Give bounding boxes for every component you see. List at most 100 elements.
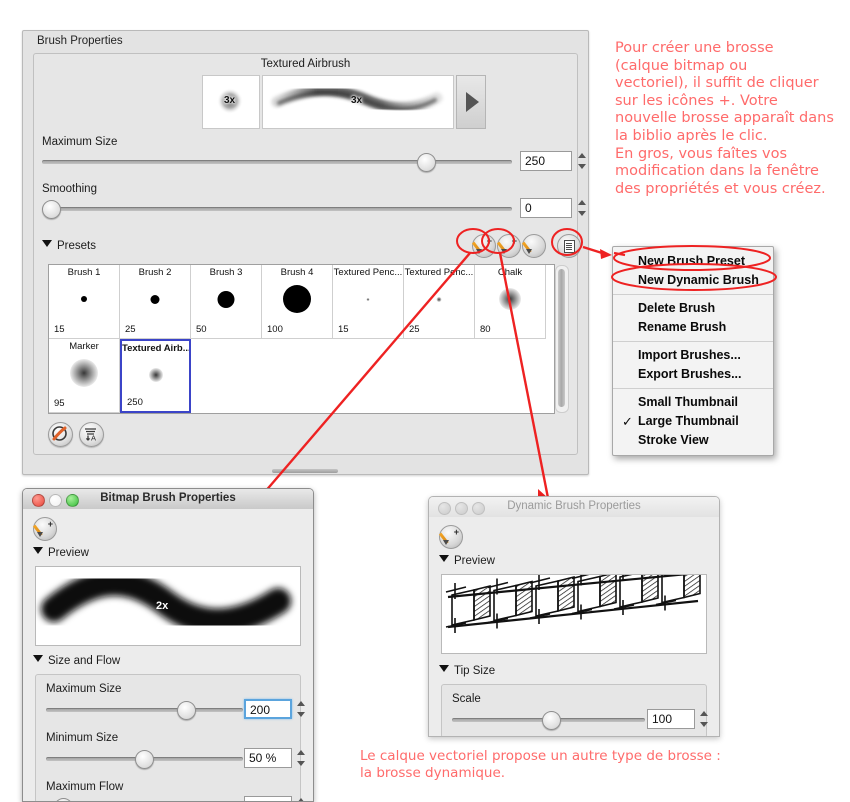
preset-name: Brush 1	[67, 267, 101, 278]
sort-brushes-button[interactable]: A	[79, 422, 104, 447]
menu-item[interactable]: Export Brushes...	[613, 365, 773, 384]
bitmap-window-titlebar[interactable]: Bitmap Brush Properties	[23, 489, 313, 510]
new-bitmap-brush-icon[interactable]: +	[32, 517, 57, 541]
scale-stepper[interactable]	[700, 709, 709, 729]
bitmap-maximum-size-slider[interactable]: 200	[46, 699, 305, 721]
smoothing-stepper[interactable]	[578, 198, 587, 218]
presets-disclosure[interactable]: Presets	[42, 240, 96, 252]
presets-menu-icon[interactable]	[557, 234, 581, 258]
preset-name: Brush 4	[280, 267, 314, 278]
preset-name: Brush 3	[209, 267, 243, 278]
new-dynamic-brush-icon[interactable]: +	[496, 234, 521, 258]
play-triangle-icon[interactable]	[456, 75, 486, 129]
preset-cell[interactable]: Brush 4 100	[262, 265, 333, 339]
menu-item-label: Delete Brush	[638, 301, 716, 315]
bitmap-minimum-size-value[interactable]: 50 %	[244, 748, 292, 768]
scale-label: Scale	[452, 693, 481, 705]
slider-track[interactable]	[42, 160, 512, 164]
preset-thumbnail	[217, 290, 235, 308]
menu-item-label: New Dynamic Brush	[638, 273, 759, 287]
annotation-top-right: Pour créer une brosse (calque bitmap ou ve…	[615, 40, 847, 198]
new-dynamic-brush-icon[interactable]: +	[438, 525, 463, 549]
preset-cell[interactable]: Chalk 80	[475, 265, 546, 339]
edit-brush-icon[interactable]	[521, 234, 546, 258]
bitmap-maximum-flow-slider[interactable]	[46, 796, 305, 801]
smoothing-value[interactable]: 0	[520, 198, 572, 218]
bitmap-maximum-flow-stepper[interactable]	[297, 796, 306, 801]
brush-preview-stroke: 3x	[262, 75, 454, 129]
bitmap-minimum-size-label: Minimum Size	[46, 732, 119, 744]
menu-item[interactable]: New Brush Preset	[613, 252, 773, 271]
bitmap-maximum-flow-value[interactable]	[244, 796, 292, 801]
dynamic-brush-properties-window[interactable]: Dynamic Brush Properties + Preview Tip S…	[428, 496, 720, 737]
annotation-line: des propriétés et vous créez.	[615, 180, 826, 197]
preset-cell[interactable]: Brush 3 50	[191, 265, 262, 339]
maximum-size-value[interactable]: 250	[520, 151, 572, 171]
presets-context-menu[interactable]: New Brush Preset New Dynamic Brush Delete …	[612, 246, 774, 456]
new-brush-preset-icon[interactable]: +	[471, 234, 496, 258]
dynamic-preview-disclosure[interactable]: Preview	[439, 555, 495, 567]
annotation-line: (calque bitmap ou	[615, 57, 748, 74]
tip-size-label: Tip Size	[454, 665, 496, 677]
bitmap-brush-properties-window[interactable]: Bitmap Brush Properties + Preview 2x Siz…	[22, 488, 314, 802]
reset-brush-button[interactable]	[48, 422, 73, 447]
scale-slider[interactable]: 100	[452, 709, 708, 731]
annotation-line: la brosse dynamique.	[360, 765, 506, 781]
bitmap-minimum-size-slider[interactable]: 50 %	[46, 748, 305, 770]
scale-value[interactable]: 100	[647, 709, 695, 729]
bitmap-preview-zoom-label: 2x	[156, 600, 169, 612]
dynamic-preview-label: Preview	[454, 555, 495, 567]
preset-cell[interactable]: Marker 95	[49, 339, 120, 413]
dynamic-window-titlebar[interactable]: Dynamic Brush Properties	[429, 497, 719, 518]
triangle-down-icon	[439, 555, 449, 562]
slider-track[interactable]	[46, 708, 243, 712]
menu-item[interactable]: Stroke View	[613, 431, 773, 450]
slider-knob[interactable]	[177, 701, 196, 720]
maximum-size-slider[interactable]: 250	[42, 151, 586, 173]
menu-item[interactable]: Delete Brush	[613, 299, 773, 318]
triangle-down-icon	[33, 547, 43, 554]
smoothing-label: Smoothing	[42, 183, 97, 195]
brush-preview-small: 3x	[202, 75, 260, 129]
presets-grid[interactable]: Brush 1 15 Brush 2 25 Brush 3 50 Brush 4 100 Tex…	[48, 264, 555, 414]
bitmap-preview-disclosure[interactable]: Preview	[33, 547, 89, 559]
preset-thumbnail	[436, 296, 442, 302]
menu-item[interactable]: New Dynamic Brush	[613, 271, 773, 290]
dynamic-stroke-preview	[445, 560, 701, 633]
scrollbar-thumb[interactable]	[558, 269, 565, 407]
annotation-line: En gros, vous faîtes vos	[615, 145, 788, 162]
menu-separator	[613, 388, 773, 389]
menu-item[interactable]: Rename Brush	[613, 318, 773, 337]
bitmap-maximum-size-stepper[interactable]	[297, 699, 306, 719]
bitmap-window-body: + Preview 2x Size and Flow Maximum Size …	[23, 509, 313, 801]
bitmap-window-title: Bitmap Brush Properties	[100, 492, 236, 504]
panel-resize-handle[interactable]	[272, 469, 338, 473]
preset-cell[interactable]: Brush 2 25	[120, 265, 191, 339]
menu-item[interactable]: ✓ Large Thumbnail	[613, 412, 773, 431]
bitmap-minimum-size-stepper[interactable]	[297, 748, 306, 768]
preset-cell[interactable]: Textured Airb... 250	[120, 339, 191, 413]
slider-knob[interactable]	[417, 153, 436, 172]
slider-knob[interactable]	[54, 798, 73, 801]
preset-name: Textured Airb...	[122, 343, 189, 354]
slider-knob[interactable]	[42, 200, 61, 219]
slider-knob[interactable]	[542, 711, 561, 730]
preset-cell[interactable]: Textured Penc... 15	[333, 265, 404, 339]
tip-size-disclosure[interactable]: Tip Size	[439, 665, 495, 677]
menu-item[interactable]: Small Thumbnail	[613, 393, 773, 412]
bitmap-maximum-size-value[interactable]: 200	[244, 699, 292, 719]
menu-item[interactable]: Import Brushes...	[613, 346, 773, 365]
preset-cell[interactable]: Textured Penc... 25	[404, 265, 475, 339]
size-and-flow-disclosure[interactable]: Size and Flow	[33, 655, 120, 667]
presets-scrollbar[interactable]	[555, 265, 569, 413]
preset-cell[interactable]: Brush 1 15	[49, 265, 120, 339]
annotation-line: Le calque vectoriel propose un autre typ…	[360, 748, 721, 764]
preset-size: 250	[127, 397, 143, 408]
bitmap-preview-box: 2x	[35, 566, 301, 646]
svg-text:A: A	[91, 434, 96, 443]
slider-track[interactable]	[42, 207, 512, 211]
menu-item-label: Export Brushes...	[638, 367, 742, 381]
slider-knob[interactable]	[135, 750, 154, 769]
smoothing-slider[interactable]: 0	[42, 198, 586, 220]
maximum-size-stepper[interactable]	[578, 151, 587, 171]
